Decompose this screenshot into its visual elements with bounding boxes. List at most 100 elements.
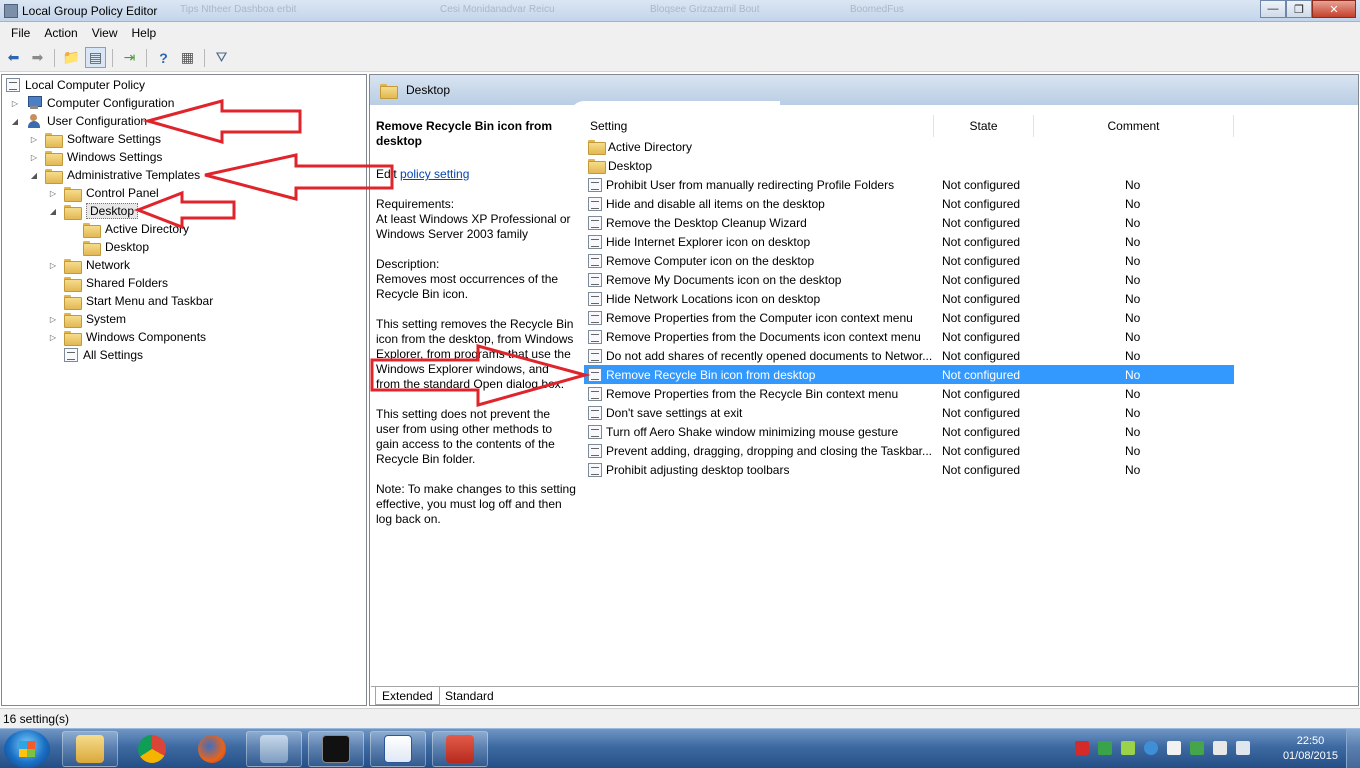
expand-icon[interactable]: ▷ xyxy=(10,98,20,108)
show-hide-tree-icon[interactable]: ▤ xyxy=(85,47,106,68)
setting-row[interactable]: Remove Properties from the Documents ico… xyxy=(584,327,1234,346)
setting-row[interactable]: Don't save settings at exit Not configure… xyxy=(584,403,1234,422)
start-button[interactable] xyxy=(4,730,50,768)
taskbar-firefox[interactable] xyxy=(184,731,240,767)
volume-icon[interactable] xyxy=(1236,741,1250,755)
pane-header: Desktop xyxy=(370,75,1358,105)
tree-item-system[interactable]: ▷ System xyxy=(48,310,126,328)
tree-label: Administrative Templates xyxy=(67,168,201,182)
setting-row[interactable]: Remove My Documents icon on the desktop N… xyxy=(584,270,1234,289)
tree-item-computer-configuration[interactable]: ▷ Computer Configuration xyxy=(10,94,174,112)
properties-icon[interactable]: ▦ xyxy=(177,47,198,68)
tree-item-windows-settings[interactable]: ▷ Windows Settings xyxy=(29,148,162,166)
edit-policy-link[interactable]: policy setting xyxy=(400,167,469,181)
expand-icon[interactable]: ▷ xyxy=(48,314,58,324)
taskbar-command-prompt[interactable] xyxy=(308,731,364,767)
expand-icon[interactable]: ▷ xyxy=(29,134,39,144)
minimize-button[interactable]: — xyxy=(1260,0,1286,18)
collapse-icon[interactable]: ◢ xyxy=(48,206,58,216)
taskbar-control-panel[interactable] xyxy=(246,731,302,767)
setting-row[interactable]: Remove Recycle Bin icon from desktop Not … xyxy=(584,365,1234,384)
close-button[interactable]: ✕ xyxy=(1312,0,1356,18)
setting-row[interactable]: Hide Network Locations icon on desktop No… xyxy=(584,289,1234,308)
setting-row[interactable]: Remove the Desktop Cleanup Wizard Not con… xyxy=(584,213,1234,232)
setting-name-cell: Prohibit User from manually redirecting … xyxy=(588,175,934,194)
setting-row[interactable]: Hide Internet Explorer icon on desktop No… xyxy=(584,232,1234,251)
taskbar-toolbox[interactable] xyxy=(432,731,488,767)
menu-view[interactable]: View xyxy=(85,26,125,40)
maximize-button[interactable]: ❐ xyxy=(1286,0,1312,18)
taskbar-chrome[interactable] xyxy=(124,731,180,767)
setting-state: Not configured xyxy=(942,443,1021,458)
sync-icon[interactable] xyxy=(1144,741,1158,755)
setting-row[interactable]: Remove Properties from the Computer icon… xyxy=(584,308,1234,327)
column-state[interactable]: State xyxy=(934,115,1034,137)
tree-item-desktop[interactable]: ◢ Desktop xyxy=(48,202,139,220)
setting-comment: No xyxy=(1125,462,1141,477)
policy-setting-icon xyxy=(588,234,602,249)
setting-row[interactable]: Remove Computer icon on the desktop Not c… xyxy=(584,251,1234,270)
taskbar-windows-explorer[interactable] xyxy=(62,731,118,767)
shield-check-icon[interactable] xyxy=(1190,741,1204,755)
back-icon[interactable]: ⬅ xyxy=(3,47,24,68)
setting-state: Not configured xyxy=(942,310,1021,325)
setting-name: Prevent adding, dragging, dropping and c… xyxy=(606,443,933,458)
expand-icon[interactable]: ▷ xyxy=(48,188,58,198)
control-panel-icon xyxy=(260,735,288,763)
setting-row[interactable]: Remove Properties from the Recycle Bin c… xyxy=(584,384,1234,403)
collapse-icon[interactable]: ◢ xyxy=(10,116,20,126)
tree-item-software-settings[interactable]: ▷ Software Settings xyxy=(29,130,161,148)
setting-comment: No xyxy=(1125,215,1141,230)
menu-action[interactable]: Action xyxy=(37,26,84,40)
up-folder-icon[interactable]: 📁 xyxy=(61,47,82,68)
tree-item-windows-components[interactable]: ▷ Windows Components xyxy=(48,328,206,346)
signal-icon[interactable] xyxy=(1121,741,1135,755)
collapse-icon[interactable]: ◢ xyxy=(29,170,39,180)
command-prompt-icon xyxy=(322,735,350,763)
folder-icon xyxy=(83,240,101,256)
tree-item-control-panel[interactable]: ▷ Control Panel xyxy=(48,184,159,202)
setting-comment: No xyxy=(1125,310,1141,325)
forward-icon[interactable]: ➡ xyxy=(27,47,48,68)
clock[interactable]: 22:50 01/08/2015 xyxy=(1283,734,1338,764)
menu-help[interactable]: Help xyxy=(125,26,164,40)
setting-row[interactable]: Turn off Aero Shake window minimizing mo… xyxy=(584,422,1234,441)
tree-item-desktop-sub[interactable]: Desktop xyxy=(83,238,149,256)
help-icon[interactable]: ? xyxy=(153,47,174,68)
expand-icon[interactable]: ▷ xyxy=(48,332,58,342)
flag-icon[interactable] xyxy=(1167,741,1181,755)
export-list-icon[interactable]: ⇥ xyxy=(119,47,140,68)
tab-extended[interactable]: Extended xyxy=(375,687,440,705)
expand-icon[interactable]: ▷ xyxy=(48,260,58,270)
tree-item-administrative-templates[interactable]: ◢ Administrative Templates xyxy=(29,166,200,184)
folder-row[interactable]: Active Directory xyxy=(584,137,1234,156)
column-comment[interactable]: Comment xyxy=(1034,115,1234,137)
column-setting[interactable]: Setting xyxy=(584,115,934,137)
tree-item-all-settings[interactable]: All Settings xyxy=(64,346,143,364)
details-pane: Desktop Remove Recycle Bin icon from des… xyxy=(369,74,1359,706)
expand-icon[interactable]: ▷ xyxy=(29,152,39,162)
setting-row[interactable]: Prohibit User from manually redirecting … xyxy=(584,175,1234,194)
network-bars-icon[interactable] xyxy=(1213,741,1227,755)
tree-item-active-directory[interactable]: Active Directory xyxy=(83,220,189,238)
setting-row[interactable]: Do not add shares of recently opened doc… xyxy=(584,346,1234,365)
show-desktop-button[interactable] xyxy=(1346,729,1360,768)
network-app-icon[interactable] xyxy=(1098,741,1112,755)
filter-icon[interactable]: ⛛ xyxy=(211,47,232,68)
menu-file[interactable]: File xyxy=(4,26,37,40)
security-icon[interactable] xyxy=(1075,741,1089,755)
tree-item-network[interactable]: ▷ Network xyxy=(48,256,130,274)
setting-row[interactable]: Hide and disable all items on the deskto… xyxy=(584,194,1234,213)
tree-item-shared-folders[interactable]: Shared Folders xyxy=(64,274,168,292)
setting-comment: No xyxy=(1125,234,1141,249)
tree-item-user-configuration[interactable]: ◢ User Configuration xyxy=(10,112,147,130)
setting-row[interactable]: Prevent adding, dragging, dropping and c… xyxy=(584,441,1234,460)
computer-icon xyxy=(26,96,42,110)
taskbar-word[interactable] xyxy=(370,731,426,767)
folder-row[interactable]: Desktop xyxy=(584,156,1234,175)
tab-standard[interactable]: Standard xyxy=(439,687,500,705)
tree-root[interactable]: Local Computer Policy xyxy=(6,76,145,94)
tree-item-start-menu[interactable]: Start Menu and Taskbar xyxy=(64,292,213,310)
setting-row[interactable]: Prohibit adjusting desktop toolbars Not c… xyxy=(584,460,1234,479)
setting-name: Turn off Aero Shake window minimizing mo… xyxy=(606,424,899,439)
